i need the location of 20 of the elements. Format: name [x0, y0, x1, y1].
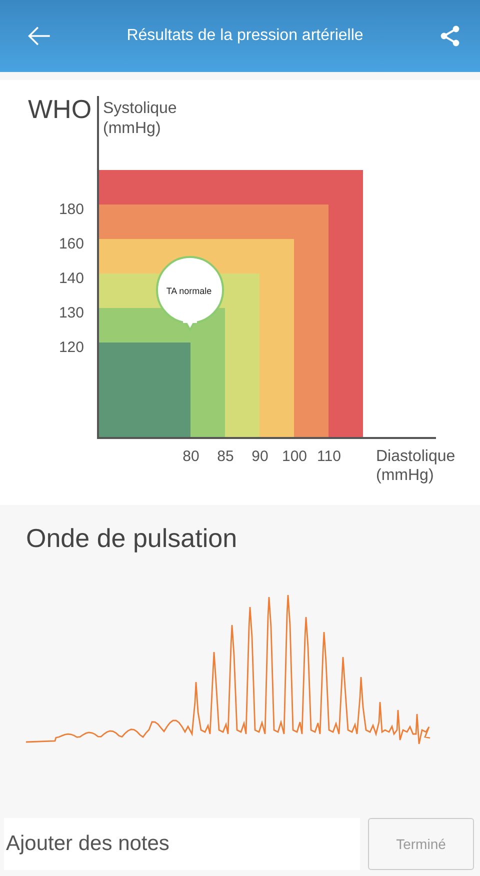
section-title: Onde de pulsation — [25, 522, 238, 554]
screen-title: Résultats de la pression artérielle — [126, 27, 364, 45]
tick-label: 120 — [58, 339, 84, 356]
tick-label: 100 — [282, 448, 308, 465]
axis-label: Systolique — [103, 100, 177, 117]
axis-label: Diastolique — [376, 448, 456, 465]
share-icon[interactable] — [438, 24, 462, 48]
notes-field[interactable]: Ajouter des notes — [4, 818, 360, 870]
callout-label: TA normale — [166, 286, 212, 296]
tick-label: 90 — [252, 448, 268, 465]
tick-label: 140 — [58, 270, 84, 287]
axis-label: (mmHg) — [103, 120, 161, 137]
tick-label: 180 — [58, 201, 84, 218]
tick-label: 160 — [58, 236, 84, 252]
tick-label: 85 — [217, 448, 234, 465]
tick-label: 110 — [317, 448, 341, 465]
chart-title: WHO — [28, 94, 92, 124]
axis-label: (mmHg) — [376, 467, 434, 484]
tick-label: 130 — [58, 304, 84, 322]
tick-label: 80 — [182, 448, 200, 465]
